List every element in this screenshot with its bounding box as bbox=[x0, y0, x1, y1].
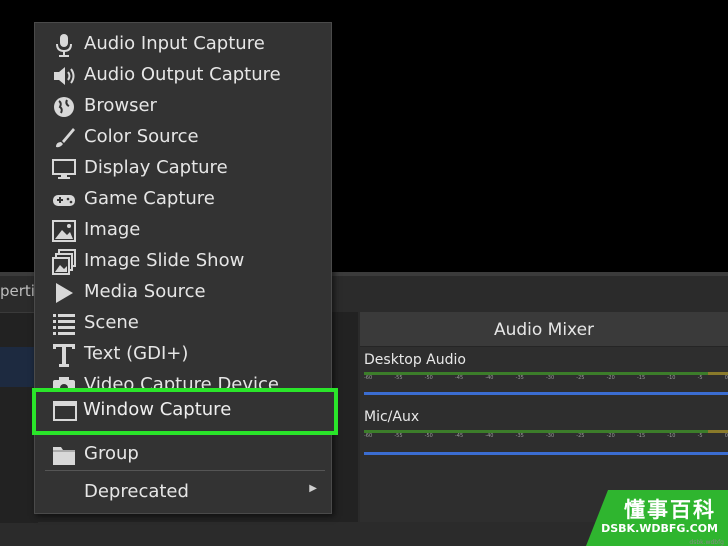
image-stack-icon bbox=[52, 249, 76, 275]
menu-item-window-capture[interactable]: Window Capture bbox=[32, 388, 338, 435]
menu-item-label: Image Slide Show bbox=[84, 250, 245, 271]
meter-tick-label: -35 bbox=[515, 375, 524, 381]
list-icon bbox=[53, 314, 75, 335]
meter-tick-label: -25 bbox=[576, 433, 585, 439]
menu-item-label: Deprecated bbox=[84, 481, 189, 502]
menu-item-label: Display Capture bbox=[84, 157, 228, 178]
meter-tick-label: -30 bbox=[545, 433, 555, 439]
menu-item-label: Audio Input Capture bbox=[84, 33, 265, 54]
menu-item-label: Color Source bbox=[84, 126, 199, 147]
mic-aux-scale: -60 -55 -50 -45 -40 -35 -30 -25 -20 -15 -10 -5 0 bbox=[364, 433, 728, 443]
selected-scene-row[interactable] bbox=[0, 347, 38, 387]
desktop-audio-volume-slider[interactable] bbox=[364, 392, 728, 395]
speaker-icon bbox=[54, 67, 75, 85]
folder-icon bbox=[53, 447, 75, 465]
play-icon bbox=[56, 283, 73, 303]
menu-item-text-gdi[interactable]: Text (GDI+) bbox=[35, 339, 331, 370]
watermark-cn-text: 懂事百科 bbox=[624, 498, 716, 522]
track-desktop-audio-label: Desktop Audio bbox=[364, 352, 466, 368]
desktop-audio-scale: -60 -55 -50 -45 -40 -35 -30 -25 -20 -15 -10 -5 0 bbox=[364, 375, 728, 385]
meter-tick-label: -25 bbox=[576, 375, 585, 381]
meter-tick-label: -5 bbox=[697, 433, 703, 439]
text-icon bbox=[53, 344, 75, 367]
watermark-en-text: DSBK.WDBFG.COM bbox=[601, 522, 718, 535]
meter-tick-label: -60 bbox=[364, 433, 373, 439]
meter-tick-label: -15 bbox=[636, 433, 646, 439]
menu-item-label: Browser bbox=[84, 95, 157, 116]
meter-tick-label: -5 bbox=[697, 375, 703, 381]
meter-tick-label: -45 bbox=[454, 375, 464, 381]
paintbrush-icon bbox=[56, 128, 75, 148]
menu-item-color-source[interactable]: Color Source bbox=[35, 122, 331, 153]
meter-tick-label: -40 bbox=[485, 375, 494, 381]
menu-item-label: Game Capture bbox=[84, 188, 215, 209]
menu-item-label: Media Source bbox=[84, 281, 206, 302]
menu-item-scene[interactable]: Scene bbox=[35, 308, 331, 339]
menu-item-label: Image bbox=[84, 219, 141, 240]
meter-tick-label: -20 bbox=[606, 433, 615, 439]
monitor-icon bbox=[52, 159, 76, 179]
meter-tick-label: -45 bbox=[454, 433, 464, 439]
meter-tick-label: -30 bbox=[545, 375, 555, 381]
meter-tick-label: -20 bbox=[606, 375, 615, 381]
menu-item-image[interactable]: Image bbox=[35, 215, 331, 246]
meter-tick-label: -50 bbox=[424, 433, 433, 439]
meter-tick-label: -10 bbox=[667, 433, 676, 439]
audio-mixer-title: Audio Mixer bbox=[360, 312, 728, 347]
globe-icon bbox=[54, 97, 74, 117]
menu-item-label: Scene bbox=[84, 312, 139, 333]
menu-item-label: Text (GDI+) bbox=[84, 343, 189, 364]
image-icon bbox=[52, 220, 76, 242]
track-mic-aux-label: Mic/Aux bbox=[364, 409, 420, 425]
meter-tick-label: -55 bbox=[394, 433, 403, 439]
menu-item-audio-input-capture[interactable]: Audio Input Capture bbox=[35, 29, 331, 60]
meter-tick-label: -60 bbox=[364, 375, 373, 381]
submenu-arrow-icon: ▶ bbox=[309, 483, 317, 494]
menu-separator bbox=[45, 470, 325, 471]
meter-tick-label: -35 bbox=[515, 433, 524, 439]
add-source-menu: Audio Input Capture Audio Output Capture… bbox=[34, 22, 332, 514]
menu-item-display-capture[interactable]: Display Capture bbox=[35, 153, 331, 184]
meter-tick-label: -55 bbox=[394, 375, 403, 381]
meter-tick-label: -15 bbox=[636, 375, 646, 381]
menu-item-image-slide-show[interactable]: Image Slide Show bbox=[35, 246, 331, 277]
menu-item-label: Group bbox=[84, 443, 139, 464]
gamepad-icon bbox=[53, 195, 75, 206]
mic-aux-volume-slider[interactable] bbox=[364, 452, 728, 455]
watermark-logo: 懂事百科 DSBK.WDBFG.COM bbox=[586, 490, 728, 546]
microphone-icon bbox=[56, 34, 72, 57]
menu-item-group[interactable]: Group bbox=[35, 439, 331, 470]
menu-item-label: Audio Output Capture bbox=[84, 64, 281, 85]
meter-tick-label: -40 bbox=[485, 433, 494, 439]
menu-item-audio-output-capture[interactable]: Audio Output Capture bbox=[35, 60, 331, 91]
meter-tick-label: -50 bbox=[424, 375, 433, 381]
watermark-small-text: dsbk.wdbfg bbox=[689, 539, 724, 546]
menu-item-label: Window Capture bbox=[83, 399, 232, 420]
meter-tick-label: 0 bbox=[724, 433, 728, 439]
menu-item-browser[interactable]: Browser bbox=[35, 91, 331, 122]
menu-item-game-capture[interactable]: Game Capture bbox=[35, 184, 331, 215]
menu-item-deprecated[interactable]: Deprecated bbox=[35, 477, 331, 508]
window-icon bbox=[53, 401, 77, 421]
meter-tick-label: 0 bbox=[724, 375, 728, 381]
menu-item-media-source[interactable]: Media Source bbox=[35, 277, 331, 308]
meter-tick-label: -10 bbox=[667, 375, 676, 381]
